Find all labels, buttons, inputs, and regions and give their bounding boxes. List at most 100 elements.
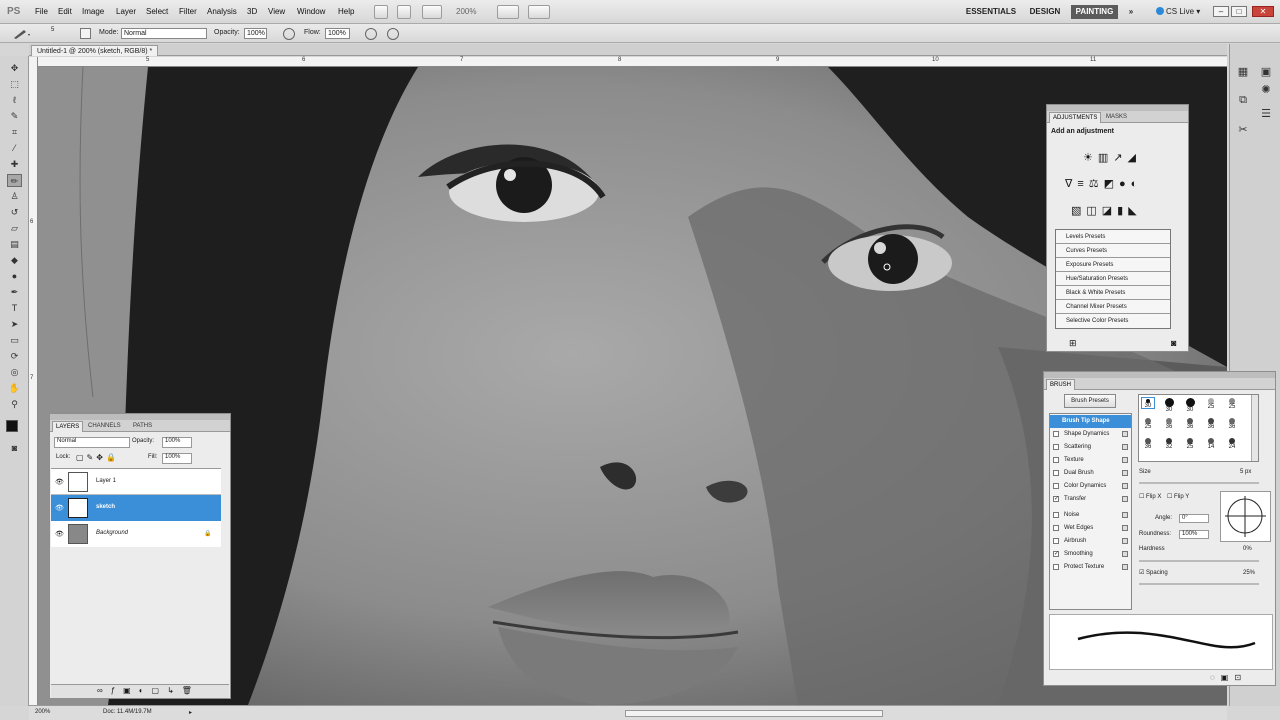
- brush-option-row[interactable]: Wet Edges: [1050, 522, 1131, 535]
- clone-stamp-tool-icon[interactable]: ♙: [7, 190, 22, 203]
- mini-bridge-icon[interactable]: [397, 5, 411, 19]
- layers-footer-icons[interactable]: ∞ƒ▣◐▢↳🗑: [97, 686, 200, 695]
- brush-tip[interactable]: 30: [1141, 397, 1155, 409]
- lasso-tool-icon[interactable]: ℓ: [7, 94, 22, 107]
- mode-select[interactable]: Normal: [121, 28, 207, 39]
- brush-option-row[interactable]: Dual Brush: [1050, 467, 1131, 480]
- checkbox[interactable]: [1053, 538, 1059, 544]
- spacing-checkbox[interactable]: ☑ Spacing: [1139, 569, 1168, 576]
- path-selection-tool-icon[interactable]: ➤: [7, 318, 22, 331]
- histogram-icon[interactable]: ▦: [1234, 64, 1252, 80]
- brush-tip[interactable]: 36: [1162, 417, 1176, 430]
- workspace-design[interactable]: DESIGN: [1027, 5, 1063, 19]
- restore-icon[interactable]: □: [1231, 6, 1247, 17]
- brush-tip[interactable]: 14: [1204, 437, 1218, 450]
- tab-adjustments[interactable]: ADJUSTMENTS: [1049, 112, 1102, 123]
- brush-option-row[interactable]: ✓ Smoothing: [1050, 548, 1131, 561]
- marquee-tool-icon[interactable]: ⬚: [7, 78, 22, 91]
- screen-mode-icon[interactable]: [528, 5, 550, 19]
- history-brush-tool-icon[interactable]: ↺: [7, 206, 22, 219]
- cs-live-button[interactable]: CS Live ▾: [1156, 7, 1200, 16]
- healing-brush-tool-icon[interactable]: ✚: [7, 158, 22, 171]
- brush-tip[interactable]: 32: [1162, 437, 1176, 450]
- menu-view[interactable]: View: [268, 7, 285, 16]
- airbrush-icon[interactable]: [365, 28, 377, 40]
- preset-item[interactable]: Exposure Presets: [1056, 258, 1170, 272]
- brush-size-value[interactable]: 5: [51, 27, 54, 33]
- gradient-tool-icon[interactable]: ▤: [7, 238, 22, 251]
- lock-icon[interactable]: [1122, 457, 1128, 463]
- menu-analysis[interactable]: Analysis: [207, 7, 237, 16]
- brush-tip[interactable]: 24: [1225, 437, 1239, 450]
- fill-field[interactable]: 100%: [162, 453, 192, 464]
- menu-select[interactable]: Select: [146, 7, 168, 16]
- foreground-color-swatch[interactable]: [6, 420, 18, 432]
- checkbox[interactable]: [1053, 512, 1059, 518]
- layer-row-layer-1[interactable]: 👁 Layer 1: [51, 469, 221, 495]
- document-tab[interactable]: Untitled-1 @ 200% (sketch, RGB/8) *: [31, 45, 159, 56]
- flip-x-checkbox[interactable]: ☐ Flip X: [1139, 493, 1161, 500]
- lock-icon[interactable]: [1122, 538, 1128, 544]
- lock-icon[interactable]: [1122, 551, 1128, 557]
- menu-help[interactable]: Help: [338, 7, 354, 16]
- angle-field[interactable]: 0°: [1179, 514, 1209, 523]
- checkbox[interactable]: [1053, 564, 1059, 570]
- menu-filter[interactable]: Filter: [179, 7, 197, 16]
- brush-option-row[interactable]: Protect Texture: [1050, 561, 1131, 574]
- navigator-icon[interactable]: ▣: [1257, 64, 1275, 80]
- checkbox-checked[interactable]: ✓: [1053, 551, 1059, 557]
- workspace-painting[interactable]: PAINTING: [1071, 5, 1118, 19]
- layer-row-background[interactable]: 👁 Background 🔒: [51, 521, 221, 547]
- arrange-documents-icon[interactable]: [497, 5, 519, 19]
- brush-option-row[interactable]: Texture: [1050, 454, 1131, 467]
- size-value[interactable]: 5 px: [1240, 469, 1251, 475]
- brush-tip[interactable]: 25: [1225, 397, 1239, 410]
- preset-item[interactable]: Curves Presets: [1056, 244, 1170, 258]
- shape-tool-icon[interactable]: ▭: [7, 334, 22, 347]
- brush-presets-button[interactable]: Brush Presets: [1064, 394, 1116, 408]
- layer-name[interactable]: Background: [96, 530, 128, 536]
- preset-item[interactable]: Selective Color Presets: [1056, 314, 1170, 328]
- menu-file[interactable]: File: [35, 7, 48, 16]
- brush-tip[interactable]: 25: [1204, 397, 1218, 410]
- brush-tip[interactable]: 36: [1141, 437, 1155, 450]
- menu-window[interactable]: Window: [297, 7, 325, 16]
- eraser-tool-icon[interactable]: ▱: [7, 222, 22, 235]
- brush-angle-preview[interactable]: [1220, 491, 1271, 542]
- minimize-icon[interactable]: –: [1213, 6, 1229, 17]
- hand-tool-icon[interactable]: ✋: [7, 382, 22, 395]
- brush-option-row[interactable]: Color Dynamics: [1050, 480, 1131, 493]
- brush-option-row[interactable]: Shape Dynamics: [1050, 428, 1131, 441]
- layer-name[interactable]: sketch: [96, 504, 115, 510]
- workspace-essentials[interactable]: ESSENTIALS: [964, 5, 1018, 19]
- visibility-eye-icon[interactable]: 👁: [55, 530, 64, 538]
- brush-option-row[interactable]: Noise: [1050, 509, 1131, 522]
- view-extras-icon[interactable]: [422, 5, 442, 19]
- opacity-field[interactable]: 100%: [244, 28, 267, 39]
- spacing-value[interactable]: 25%: [1243, 570, 1255, 576]
- visibility-eye-icon[interactable]: 👁: [55, 504, 64, 512]
- checkbox-checked[interactable]: ✓: [1053, 496, 1059, 502]
- hardness-value[interactable]: 0%: [1243, 546, 1252, 552]
- tab-channels[interactable]: CHANNELS: [85, 421, 124, 432]
- visibility-eye-icon[interactable]: 👁: [55, 478, 64, 486]
- checkbox[interactable]: [1053, 444, 1059, 450]
- return-to-list-icon[interactable]: ⊞: [1069, 338, 1077, 349]
- 3d-rotate-tool-icon[interactable]: ⟳: [7, 350, 22, 363]
- lock-icon[interactable]: [1122, 431, 1128, 437]
- brush-tip-scrollbar[interactable]: [1251, 395, 1258, 461]
- more-workspaces-icon[interactable]: »: [1124, 5, 1138, 19]
- pressure-opacity-icon[interactable]: [283, 28, 295, 40]
- close-icon[interactable]: ✕: [1252, 6, 1274, 17]
- dodge-tool-icon[interactable]: ●: [7, 270, 22, 283]
- layer-opacity-field[interactable]: 100%: [162, 437, 192, 448]
- lock-icons[interactable]: ▢✎✥🔒: [76, 453, 119, 462]
- quick-select-tool-icon[interactable]: ✎: [7, 110, 22, 123]
- swatches-icon[interactable]: ☰: [1257, 106, 1275, 122]
- hardness-slider[interactable]: [1139, 560, 1259, 562]
- type-tool-icon[interactable]: T: [7, 302, 22, 315]
- flow-field[interactable]: 100%: [325, 28, 350, 39]
- crop-tool-icon[interactable]: ⌗: [7, 126, 22, 139]
- preset-item[interactable]: Levels Presets: [1056, 230, 1170, 244]
- pen-tool-icon[interactable]: ✒: [7, 286, 22, 299]
